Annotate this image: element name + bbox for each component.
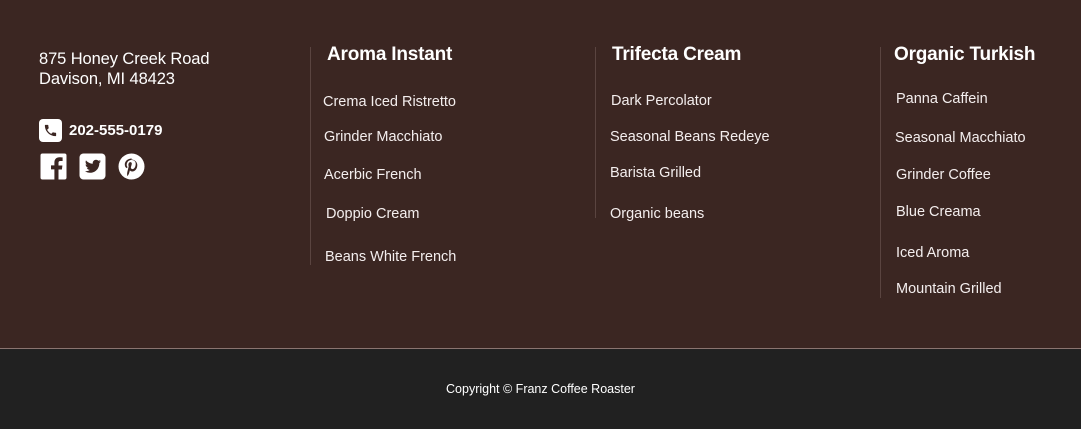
footer-link[interactable]: Dark Percolator: [611, 93, 712, 109]
footer-link[interactable]: Barista Grilled: [610, 165, 701, 181]
facebook-icon[interactable]: [40, 153, 67, 180]
twitter-icon[interactable]: [79, 153, 106, 180]
phone-number[interactable]: 202-555-0179: [69, 122, 162, 139]
footer-link[interactable]: Beans White French: [325, 249, 456, 265]
footer-link[interactable]: Panna Caffein: [896, 91, 988, 107]
footer-main: 875 Honey Creek Road Davison, MI 48423 2…: [0, 0, 1081, 348]
footer-link[interactable]: Organic beans: [610, 206, 704, 222]
footer-link[interactable]: Seasonal Macchiato: [895, 130, 1026, 146]
phone-contact[interactable]: 202-555-0179: [39, 119, 162, 142]
address-block: 875 Honey Creek Road Davison, MI 48423: [39, 49, 210, 89]
footer-column-trifecta-cream: [595, 47, 596, 218]
footer-link[interactable]: Blue Creama: [896, 204, 981, 220]
column-title: Organic Turkish: [894, 44, 1036, 65]
phone-icon: [39, 119, 62, 142]
address-line-1: 875 Honey Creek Road: [39, 50, 210, 68]
footer-column-organic-turkish: [880, 47, 881, 298]
footer-link[interactable]: Mountain Grilled: [896, 281, 1002, 297]
social-links: [40, 153, 157, 180]
footer-link[interactable]: Grinder Macchiato: [324, 129, 442, 145]
address-line-2: Davison, MI 48423: [39, 70, 175, 88]
footer-link[interactable]: Crema Iced Ristretto: [323, 94, 456, 110]
pinterest-icon[interactable]: [118, 153, 145, 180]
column-title: Trifecta Cream: [612, 44, 742, 65]
copyright-text: Copyright © Franz Coffee Roaster: [446, 382, 635, 396]
footer-link[interactable]: Doppio Cream: [326, 206, 420, 222]
column-title: Aroma Instant: [327, 44, 453, 65]
footer-link[interactable]: Seasonal Beans Redeye: [610, 129, 770, 145]
footer-link[interactable]: Grinder Coffee: [896, 167, 991, 183]
footer-link[interactable]: Acerbic French: [324, 167, 422, 183]
footer-bottom-bar: Copyright © Franz Coffee Roaster: [0, 348, 1081, 429]
footer-link[interactable]: Iced Aroma: [896, 245, 969, 261]
footer-column-aroma-instant: [310, 47, 311, 265]
